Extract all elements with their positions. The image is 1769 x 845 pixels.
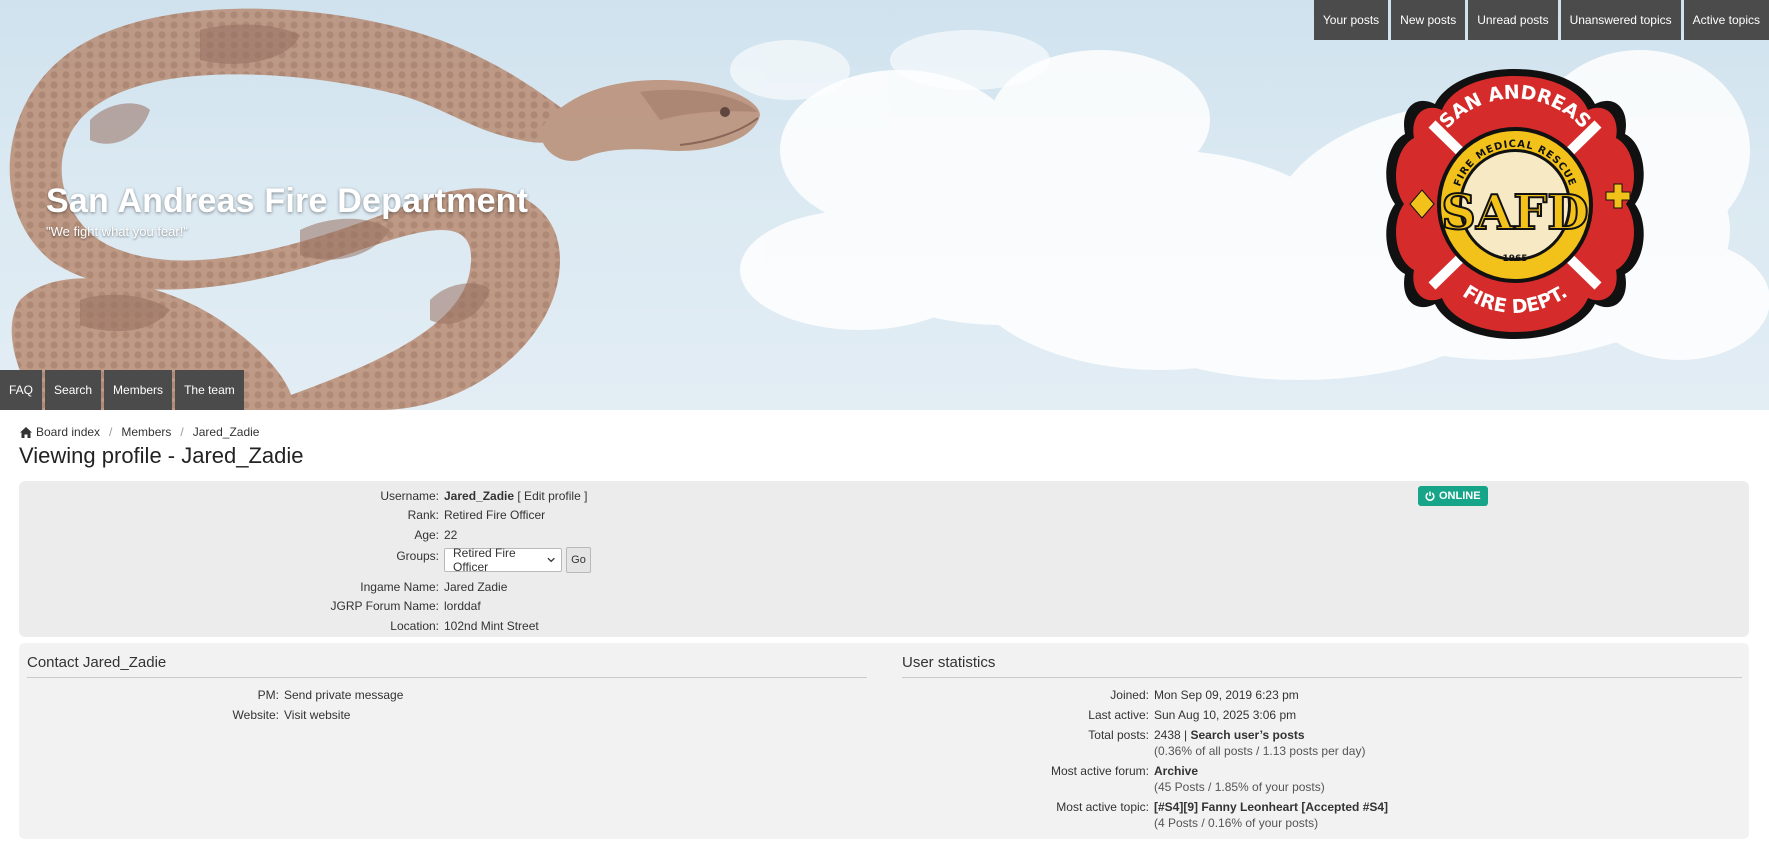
- page-title: Viewing profile - Jared_Zadie: [19, 443, 304, 468]
- last-active-row: Last active: Sun Aug 10, 2025 3:06 pm: [909, 708, 1296, 722]
- groups-select[interactable]: Retired Fire Officer: [444, 546, 562, 574]
- total-posts-value: 2438 |: [1154, 728, 1188, 742]
- age-row: Age: 22: [19, 528, 457, 542]
- nav-unread-posts[interactable]: Unread posts: [1468, 0, 1558, 40]
- nav-search[interactable]: Search: [45, 370, 102, 410]
- most-active-topic-detail: (4 Posts / 0.16% of your posts): [1154, 816, 1319, 830]
- nav-new-posts[interactable]: New posts: [1391, 0, 1466, 40]
- website-row: Website: Visit website: [19, 708, 351, 722]
- total-posts-row: Total posts: 2438 | Search user’s posts …: [909, 728, 1365, 758]
- most-active-forum-row: Most active forum: Archive (45 Posts / 1…: [909, 764, 1325, 794]
- online-status-badge: ONLINE: [1418, 486, 1488, 506]
- breadcrumb: Board index / Members / Jared_Zadie: [20, 425, 259, 439]
- badge-monogram: SAFD: [1441, 185, 1589, 241]
- pm-label: PM:: [257, 688, 279, 702]
- most-active-forum-detail: (45 Posts / 1.85% of your posts): [1154, 780, 1325, 794]
- fire-department-badge-icon: FIRE MEDICAL RESCUE SAN ANDREAS SAFD 196…: [1386, 69, 1644, 339]
- joined-value: Mon Sep 09, 2019 6:23 pm: [1154, 688, 1299, 702]
- ingame-value: Jared Zadie: [444, 580, 508, 594]
- details-panel: Contact Jared_Zadie PM: Send private mes…: [19, 643, 1749, 839]
- search-user-posts-link[interactable]: Search user’s posts: [1191, 728, 1305, 742]
- username-label: Username:: [380, 489, 439, 503]
- breadcrumb-separator: /: [180, 425, 184, 439]
- groups-go-button[interactable]: Go: [566, 547, 591, 573]
- rank-label: Rank:: [407, 508, 439, 522]
- most-active-forum-label: Most active forum:: [1050, 764, 1149, 778]
- jgrp-value: lorddaf: [444, 599, 481, 613]
- groups-label: Groups:: [396, 549, 439, 563]
- chevron-down-icon: [547, 557, 555, 563]
- groups-selected-value: Retired Fire Officer: [453, 546, 516, 574]
- home-icon: [20, 426, 32, 438]
- joined-label: Joined:: [1110, 688, 1149, 702]
- quick-links-nav: Your posts New posts Unread posts Unansw…: [1313, 0, 1769, 40]
- send-private-message-link[interactable]: Send private message: [284, 688, 403, 702]
- jgrp-row: JGRP Forum Name: lorddaf: [19, 599, 481, 613]
- stats-divider: [902, 677, 1742, 678]
- most-active-topic-row: Most active topic: [#S4][9] Fanny Leonhe…: [909, 800, 1388, 830]
- site-title: San Andreas Fire Department: [46, 182, 529, 220]
- location-row: Location: 102nd Mint Street: [19, 619, 539, 633]
- last-active-value: Sun Aug 10, 2025 3:06 pm: [1154, 708, 1297, 722]
- most-active-topic-label: Most active topic:: [1056, 800, 1149, 814]
- ingame-row: Ingame Name: Jared Zadie: [19, 580, 507, 594]
- last-active-label: Last active:: [1088, 708, 1149, 722]
- joined-row: Joined: Mon Sep 09, 2019 6:23 pm: [909, 688, 1299, 702]
- power-icon: [1425, 491, 1435, 501]
- badge-year: 1965: [1502, 254, 1527, 264]
- username-value[interactable]: Jared_Zadie: [444, 489, 514, 503]
- breadcrumb-members[interactable]: Members: [121, 425, 171, 439]
- total-posts-detail: (0.36% of all posts / 1.13 posts per day…: [1154, 744, 1366, 758]
- age-label: Age:: [414, 528, 439, 542]
- jgrp-label: JGRP Forum Name:: [330, 599, 439, 613]
- nav-active-topics[interactable]: Active topics: [1683, 0, 1769, 40]
- online-status-text: ONLINE: [1439, 490, 1481, 502]
- most-active-forum-link[interactable]: Archive: [1154, 764, 1198, 778]
- username-row: Username: Jared_Zadie [ Edit profile ]: [19, 489, 587, 503]
- ingame-label: Ingame Name:: [360, 580, 439, 594]
- rank-value: Retired Fire Officer: [444, 508, 546, 522]
- nav-your-posts[interactable]: Your posts: [1313, 0, 1389, 40]
- age-value: 22: [444, 528, 458, 542]
- website-label: Website:: [232, 708, 279, 722]
- total-posts-label: Total posts:: [1088, 728, 1149, 742]
- edit-profile-link[interactable]: [ Edit profile ]: [517, 489, 587, 503]
- site-description: "We fight what you fear!": [46, 224, 188, 239]
- nav-faq[interactable]: FAQ: [0, 370, 43, 410]
- most-active-topic-link[interactable]: [#S4][9] Fanny Leonheart [Accepted #S4]: [1154, 800, 1388, 814]
- nav-the-team[interactable]: The team: [175, 370, 244, 410]
- profile-panel: Username: Jared_Zadie [ Edit profile ] R…: [19, 481, 1749, 637]
- location-label: Location:: [390, 619, 439, 633]
- nav-unanswered-topics[interactable]: Unanswered topics: [1560, 0, 1681, 40]
- breadcrumb-board-index[interactable]: Board index: [36, 425, 100, 439]
- contact-divider: [27, 677, 867, 678]
- pm-row: PM: Send private message: [19, 688, 404, 702]
- breadcrumb-profile[interactable]: Jared_Zadie: [193, 425, 260, 439]
- groups-row: Groups: Retired Fire Officer Go: [19, 546, 591, 574]
- breadcrumb-separator: /: [109, 425, 113, 439]
- nav-members[interactable]: Members: [104, 370, 173, 410]
- main-nav: FAQ Search Members The team: [0, 370, 244, 410]
- visit-website-link[interactable]: Visit website: [284, 708, 350, 722]
- contact-title: Contact Jared_Zadie: [27, 654, 167, 671]
- user-statistics-title: User statistics: [902, 654, 996, 671]
- site-header: San Andreas Fire Department "We fight wh…: [0, 0, 1769, 410]
- location-value: 102nd Mint Street: [444, 619, 539, 633]
- rank-row: Rank: Retired Fire Officer: [19, 508, 546, 522]
